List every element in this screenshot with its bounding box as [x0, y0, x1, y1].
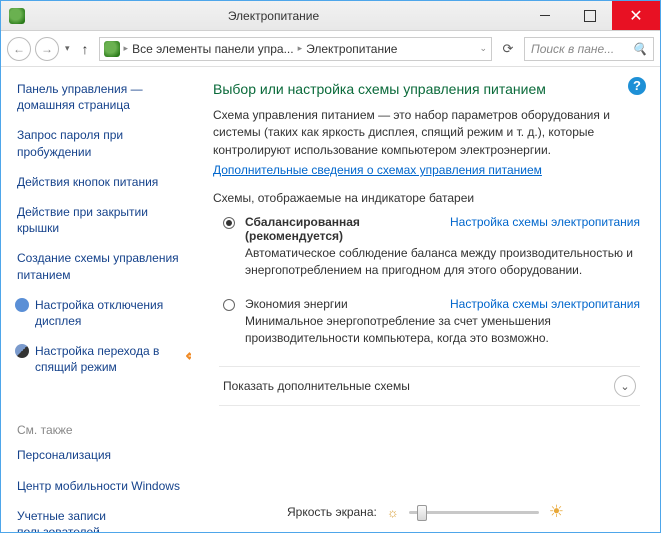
window-controls [522, 1, 660, 30]
sidebar-item-mobility-center[interactable]: Центр мобильности Windows [17, 478, 181, 494]
monitor-icon [15, 298, 29, 312]
close-button[interactable] [612, 1, 660, 30]
refresh-button[interactable]: ⟳ [496, 41, 520, 57]
see-also-label: См. также [17, 423, 181, 437]
plan-name: Экономия энергии [245, 297, 348, 311]
search-input[interactable]: Поиск в пане... 🔍 [524, 37, 654, 61]
more-info-link[interactable]: Дополнительные сведения о схемах управле… [213, 163, 542, 177]
brightness-slider[interactable] [409, 511, 539, 514]
page-heading: Выбор или настройка схемы управления пит… [213, 81, 640, 97]
search-icon: 🔍 [632, 42, 647, 56]
up-button[interactable]: ↑ [76, 41, 95, 57]
sun-bright-icon: ☀ [549, 502, 564, 522]
help-icon[interactable]: ? [628, 77, 646, 95]
content-area: Панель управления — домашняя страница За… [1, 67, 660, 532]
plan-settings-link[interactable]: Настройка схемы электропитания [450, 297, 640, 311]
brightness-control: Яркость экрана: ☼ ☀ [191, 502, 660, 522]
minimize-button[interactable] [522, 1, 567, 30]
power-plan-saver[interactable]: Экономия энергии Настройка схемы электро… [223, 297, 640, 361]
section-label: Схемы, отображаемые на индикаторе батаре… [213, 191, 640, 205]
expand-plans-row[interactable]: Показать дополнительные схемы ⌄ [219, 366, 640, 406]
sidebar-item-password-on-wake[interactable]: Запрос пароля при пробуждении [17, 127, 181, 159]
expand-label: Показать дополнительные схемы [223, 379, 410, 393]
sidebar-item-home[interactable]: Панель управления — домашняя страница [17, 81, 181, 113]
breadcrumb-part[interactable]: Все элементы панели упра... [132, 42, 294, 56]
chevron-down-icon[interactable]: ⌄ [614, 375, 636, 397]
sidebar-item-user-accounts[interactable]: Учетные записи пользователей [17, 508, 181, 532]
power-plan-balanced[interactable]: Сбалансированная (рекомендуется) Настрой… [223, 215, 640, 293]
brightness-label: Яркость экрана: [287, 505, 377, 519]
location-icon [104, 41, 120, 57]
back-button[interactable]: ← [7, 37, 31, 61]
sidebar-item-display-off[interactable]: Настройка отключения дисплея [15, 297, 181, 329]
radio-balanced[interactable] [223, 217, 235, 229]
plan-description: Минимальное энергопотребление за счет ум… [245, 313, 640, 347]
sidebar-item-sleep[interactable]: Настройка перехода в спящий режим ⇐ [15, 343, 181, 375]
sun-dim-icon: ☼ [387, 505, 399, 520]
window-title: Электропитание [25, 9, 522, 23]
breadcrumb-sep-icon: ▸ [124, 43, 129, 54]
plan-settings-link[interactable]: Настройка схемы электропитания [450, 215, 640, 229]
address-bar[interactable]: ▸ Все элементы панели упра... ▸ Электроп… [99, 37, 492, 61]
breadcrumb-part[interactable]: Электропитание [306, 42, 397, 56]
moon-icon [15, 344, 29, 358]
titlebar: Электропитание [1, 1, 660, 31]
sidebar-item-lid-close[interactable]: Действие при закрытии крышки [17, 204, 181, 236]
radio-saver[interactable] [223, 299, 235, 311]
sidebar-item-personalization[interactable]: Персонализация [17, 447, 181, 463]
forward-button[interactable]: → [35, 37, 59, 61]
plan-description: Автоматическое соблюдение баланса между … [245, 245, 640, 279]
page-description: Схема управления питанием — это набор па… [213, 107, 640, 159]
main-panel: ? Выбор или настройка схемы управления п… [191, 67, 660, 532]
breadcrumb-dropdown-icon[interactable]: ⌄ [479, 43, 487, 54]
navigation-bar: ← → ▾ ↑ ▸ Все элементы панели упра... ▸ … [1, 31, 660, 67]
sidebar-item-power-buttons[interactable]: Действия кнопок питания [17, 174, 181, 190]
maximize-button[interactable] [567, 1, 612, 30]
slider-thumb[interactable] [417, 505, 427, 521]
app-icon [9, 8, 25, 24]
sidebar-item-create-plan[interactable]: Создание схемы управления питанием [17, 250, 181, 282]
search-placeholder: Поиск в пане... [531, 42, 614, 56]
breadcrumb-sep-icon: ▸ [298, 43, 303, 54]
history-dropdown-icon[interactable]: ▾ [63, 43, 72, 54]
sidebar: Панель управления — домашняя страница За… [1, 67, 191, 532]
plan-name: Сбалансированная (рекомендуется) [245, 215, 440, 243]
